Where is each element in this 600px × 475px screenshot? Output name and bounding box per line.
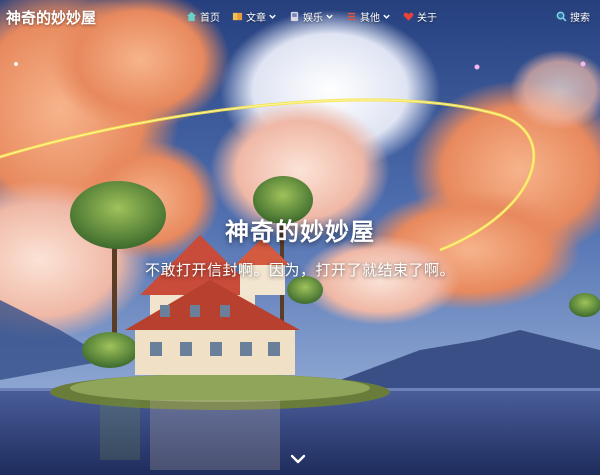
chevron-down-icon (269, 14, 276, 19)
chevron-down-icon (326, 14, 333, 19)
game-icon (290, 11, 299, 22)
search-label: 搜索 (570, 13, 590, 24)
nav-item-articles[interactable]: 文章 (232, 9, 277, 24)
nav-item-label: 关于 (417, 13, 437, 24)
hero-title: 神奇的妙妙屋 (225, 218, 375, 246)
search-button[interactable]: 搜索 (556, 9, 590, 24)
heart-icon (403, 12, 414, 21)
home-icon (186, 11, 197, 22)
book-icon (232, 12, 243, 21)
nav-item-label: 文章 (246, 13, 266, 24)
top-navbar: 神奇的妙妙屋 首页 文章 娱乐 其他 关于 搜索 (0, 0, 600, 34)
nav-item-label: 娱乐 (303, 13, 323, 24)
site-logo-title[interactable]: 神奇的妙妙屋 (6, 7, 96, 28)
nav-item-entertainment[interactable]: 娱乐 (289, 9, 334, 24)
scroll-down-chevron-icon[interactable] (289, 452, 307, 466)
main-menu: 首页 文章 娱乐 其他 关于 (186, 9, 449, 24)
nav-item-label: 首页 (200, 13, 220, 24)
nav-item-about[interactable]: 关于 (403, 9, 437, 24)
hero-subtitle: 不敢打开信封啊。因为，打开了就结束了啊。 (144, 261, 455, 279)
nav-item-label: 其他 (360, 13, 380, 24)
nav-item-other[interactable]: 其他 (346, 9, 391, 24)
search-icon (556, 11, 567, 22)
list-icon (347, 12, 356, 21)
chevron-down-icon (383, 14, 390, 19)
nav-item-home[interactable]: 首页 (186, 9, 220, 24)
